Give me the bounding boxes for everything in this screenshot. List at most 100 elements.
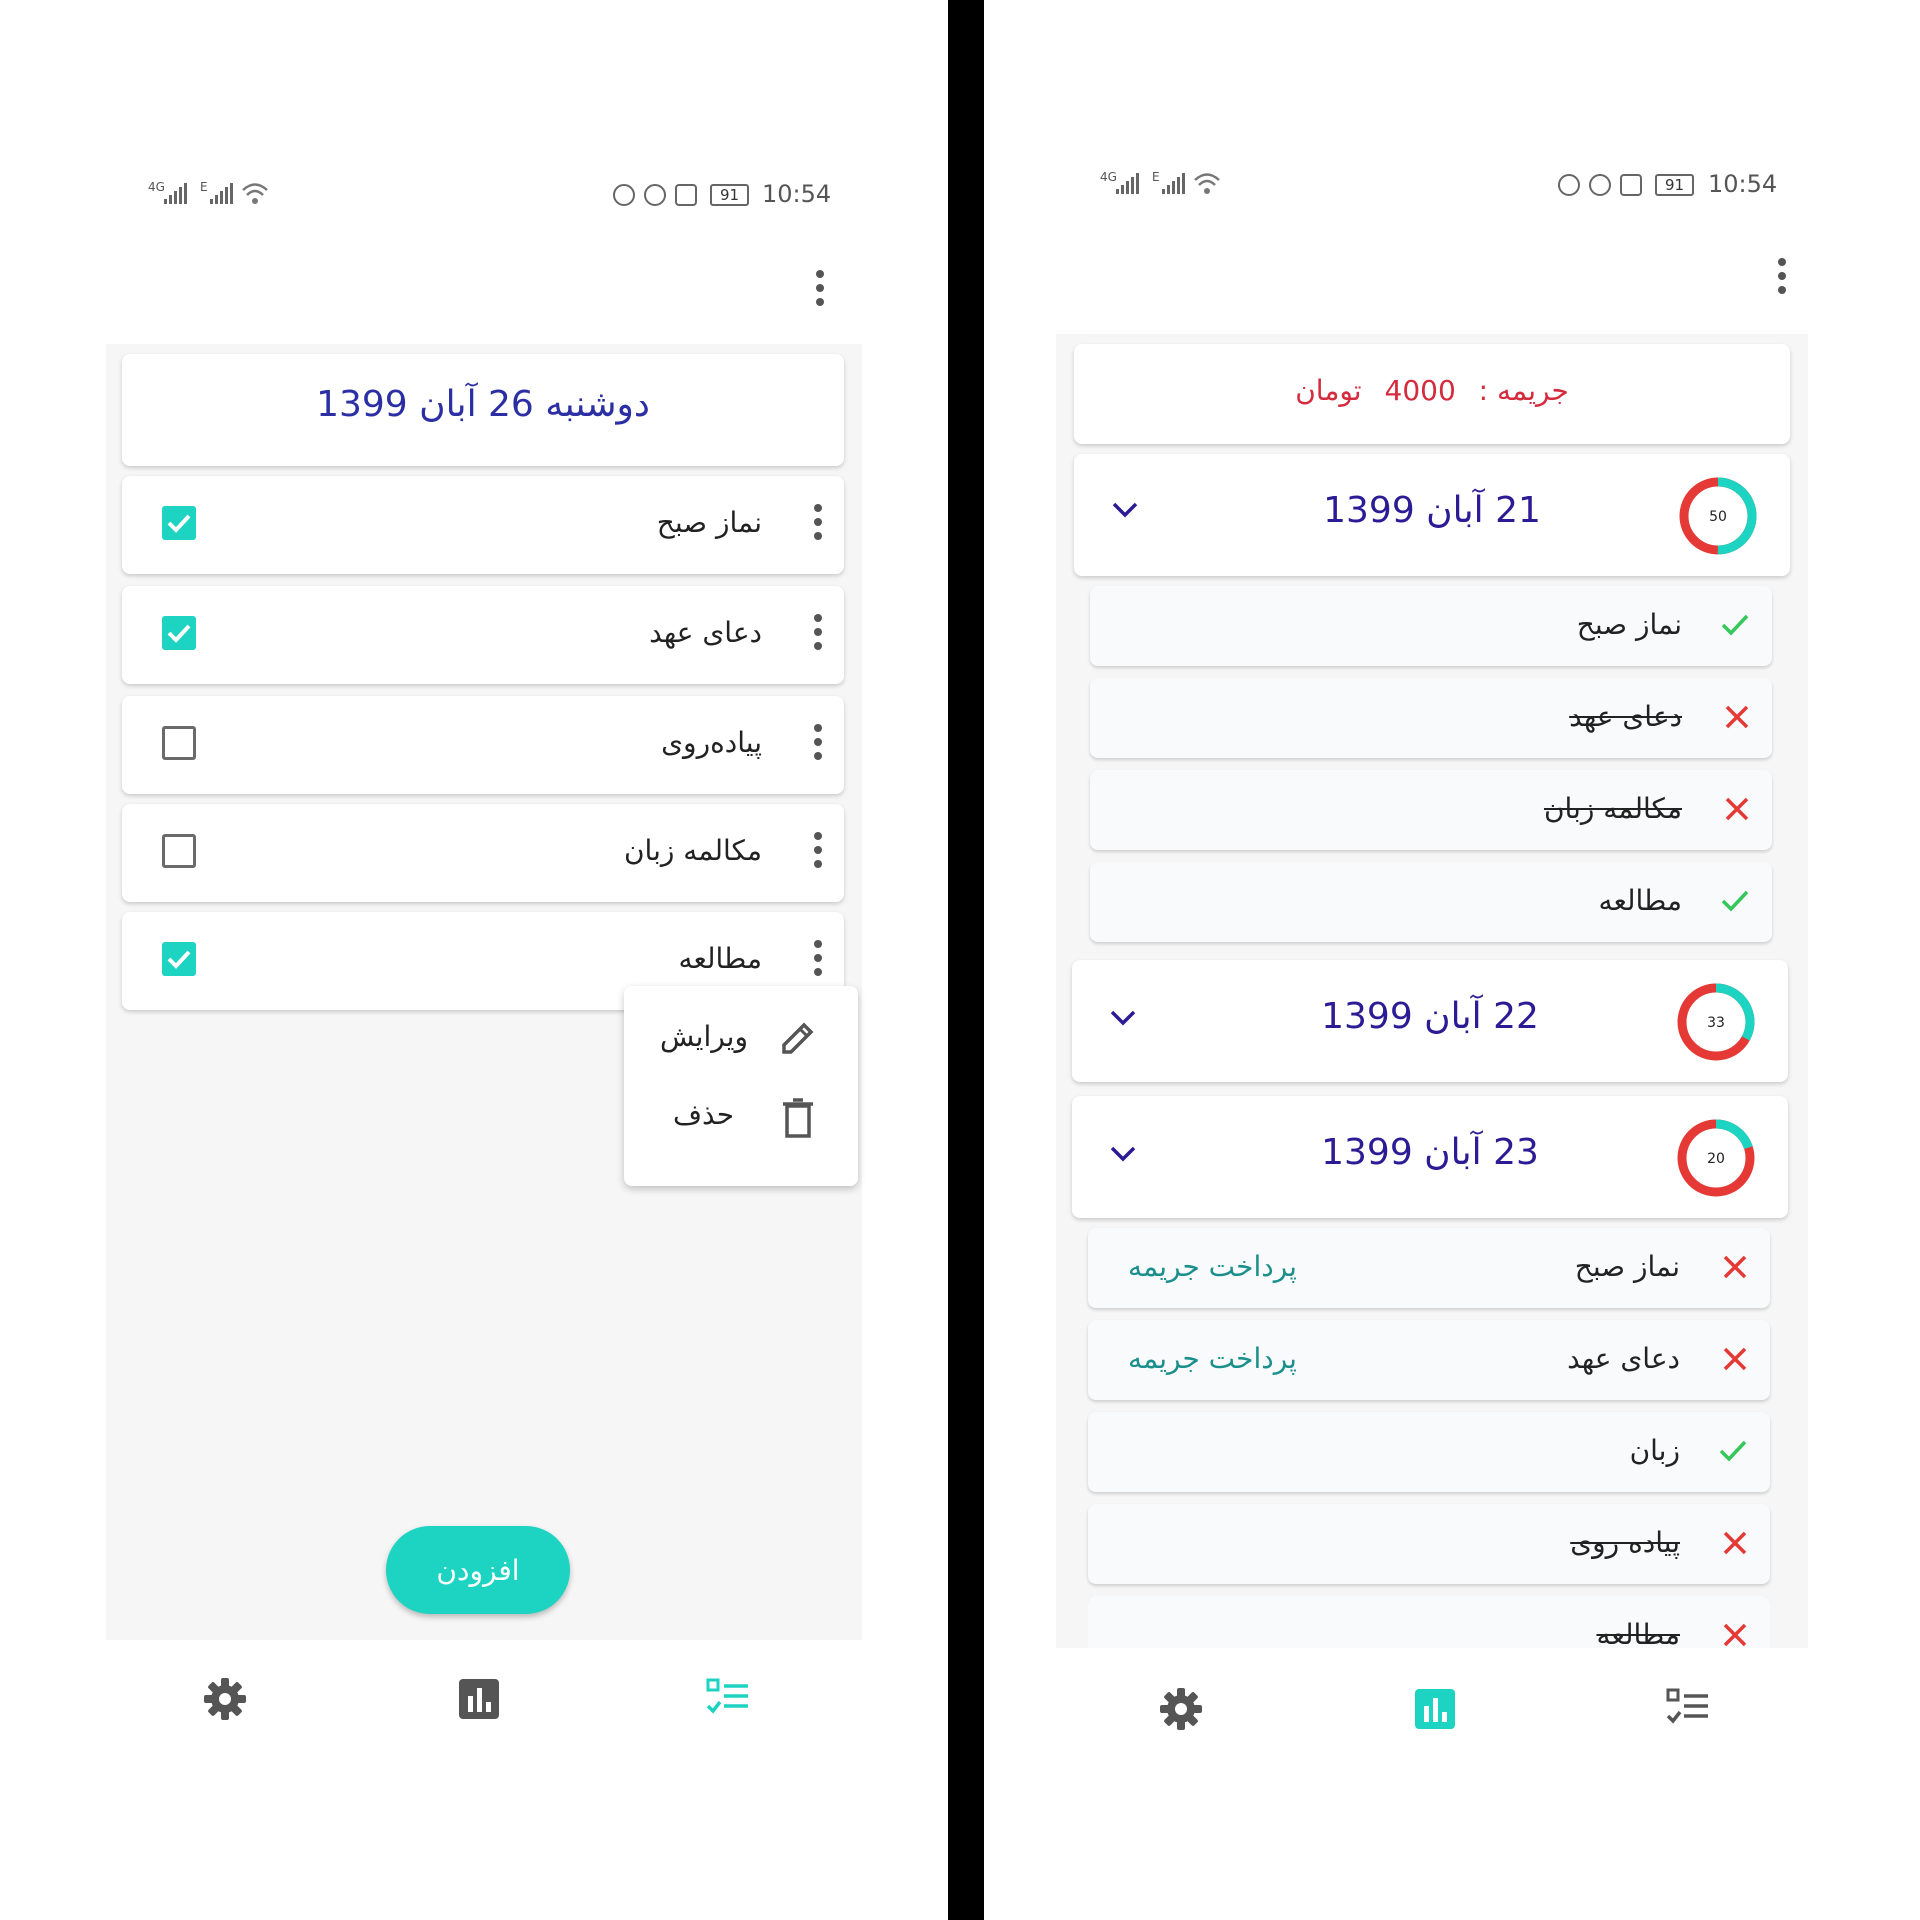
signal-icon [164,182,187,204]
signal-4g-icon: 4G [148,180,165,194]
screen-divider [948,0,984,1920]
signal-e-icon: E [200,180,208,194]
task-label: مطالعه [678,942,762,975]
task-overflow-icon[interactable] [814,614,822,650]
task-card[interactable]: نماز صبح [122,476,844,574]
checkbox-checked[interactable] [162,942,196,976]
task-label: پیاده‌روی [661,726,762,759]
pay-fine-link[interactable]: پرداخت جریمه [1128,1342,1297,1375]
task-result-row: مطالعه [1088,1596,1770,1648]
task-label: مطالعه [1596,1618,1680,1648]
right-screen: 4G E 91 10:54 جریمه : 4000 تومان 21 آبان… [984,0,1920,1920]
battery-indicator: 91 [1655,174,1695,196]
task-overflow-icon[interactable] [814,832,822,868]
task-label: دعای عهد [1569,700,1682,733]
task-result-row: زبان [1088,1412,1770,1492]
task-label: نماز صبح [656,506,762,539]
checkbox-checked[interactable] [162,506,196,540]
alarm-icon [1589,174,1611,196]
task-card[interactable]: دعای عهد [122,586,844,684]
checkbox-checked[interactable] [162,616,196,650]
check-icon [1719,1440,1747,1462]
menu-item-label: ویرایش [659,1020,748,1053]
signal-icon [210,182,233,204]
check-icon [1721,614,1749,636]
task-card[interactable]: پیاده‌روی [122,696,844,794]
mute-icon [1620,174,1642,196]
progress-donut: 50 [1679,477,1757,555]
bottom-nav [1054,1660,1814,1760]
task-result-row: دعای عهد پرداخت جریمه [1088,1320,1770,1400]
left-screen: 4G E 91 10:54 دوشنبه 26 آبان 1399 نماز ص… [0,0,948,1920]
donut-percent-label: 50 [1709,509,1727,525]
task-label: نماز صبح [1574,1250,1680,1283]
task-label: زبان [1629,1434,1680,1467]
day-header-card[interactable]: 23 آبان 1399 20 [1072,1096,1788,1218]
task-label: مطالعه [1598,884,1682,917]
task-result-row: پیاده روی [1088,1504,1770,1584]
fine-amount: 4000 [1384,374,1456,407]
cross-icon [1725,797,1749,821]
fine-text: جریمه : 4000 تومان [1074,374,1790,407]
pay-fine-link[interactable]: پرداخت جریمه [1128,1250,1297,1283]
date-header-card: دوشنبه 26 آبان 1399 [122,354,844,466]
task-context-menu: ویرایش حذف [624,986,858,1186]
signal-4g-icon: 4G [1100,170,1117,184]
gear-icon[interactable] [1158,1686,1204,1732]
menu-item-label: حذف [672,1098,734,1131]
checkbox-unchecked[interactable] [162,726,196,760]
status-bar: 4G E 91 10:54 [148,180,832,210]
overflow-menu-icon[interactable] [1778,258,1786,294]
fine-label: جریمه : [1478,374,1569,407]
checkbox-unchecked[interactable] [162,834,196,868]
task-card[interactable]: مکالمه زبان [122,804,844,902]
task-label: مکالمه زبان [1543,792,1682,825]
cross-icon [1723,1255,1747,1279]
clock-time: 10:54 [1708,170,1778,198]
task-result-row: مکالمه زبان [1090,770,1772,850]
donut-percent-label: 20 [1707,1151,1725,1167]
cross-icon [1725,705,1749,729]
progress-donut: 20 [1677,1119,1755,1197]
bar-chart-icon[interactable] [458,1678,500,1720]
overflow-menu-icon[interactable] [816,270,824,306]
cross-icon [1723,1623,1747,1647]
task-label: نماز صبح [1576,608,1682,641]
signal-icon [1116,172,1139,194]
task-label: دعای عهد [1567,1342,1680,1375]
task-label: مکالمه زبان [623,834,762,867]
task-overflow-icon[interactable] [814,724,822,760]
gear-icon[interactable] [202,1676,248,1722]
fine-summary-card: جریمه : 4000 تومان [1074,344,1790,444]
checklist-icon[interactable] [1666,1688,1710,1728]
task-overflow-icon[interactable] [814,940,822,976]
add-button[interactable]: افزودن [386,1526,570,1614]
list-clip: مطالعه [1088,1596,1770,1648]
donut-percent-label: 33 [1707,1015,1725,1031]
check-icon [1721,890,1749,912]
cross-icon [1723,1347,1747,1371]
cross-icon [1723,1531,1747,1555]
bottom-nav [100,1650,860,1750]
pencil-icon [782,1022,814,1054]
task-result-row: دعای عهد [1090,678,1772,758]
task-result-row: نماز صبح [1090,586,1772,666]
day-header-card[interactable]: 22 آبان 1399 33 [1072,960,1788,1082]
task-overflow-icon[interactable] [814,504,822,540]
task-label: دعای عهد [649,616,762,649]
trash-icon [783,1098,813,1138]
eye-icon [613,184,635,206]
alarm-icon [644,184,666,206]
task-label: پیاده روی [1570,1526,1680,1559]
signal-e-icon: E [1152,170,1160,184]
menu-item-edit[interactable]: ویرایش [624,1006,858,1076]
bar-chart-icon[interactable] [1414,1688,1456,1730]
menu-item-delete[interactable]: حذف [624,1086,858,1156]
wifi-icon [242,183,268,204]
mute-icon [675,184,697,206]
day-header-card[interactable]: 21 آبان 1399 50 [1074,454,1790,576]
task-result-row: مطالعه [1090,862,1772,942]
clock-time: 10:54 [762,180,832,208]
battery-indicator: 91 [710,184,750,206]
checklist-icon[interactable] [706,1678,750,1718]
